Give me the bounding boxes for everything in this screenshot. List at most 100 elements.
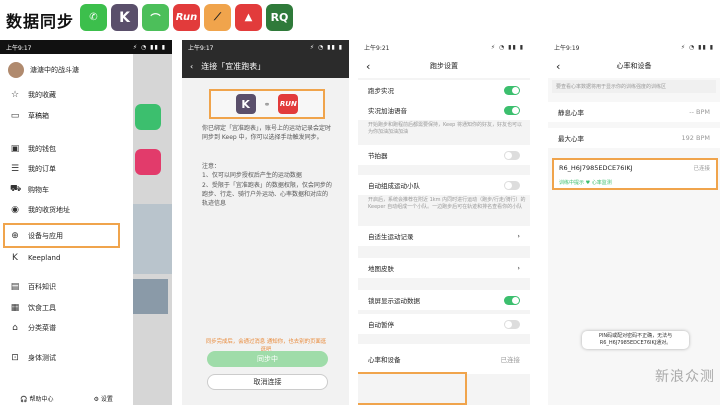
- toggle-switch[interactable]: [504, 150, 520, 160]
- menu-address[interactable]: ◉ 我的收货地址: [10, 205, 70, 215]
- app-icon-row: ✆ K ⌒ Run ⟋ ▲ RQ: [80, 4, 293, 31]
- menu-favorites[interactable]: ☆ 我的收藏: [10, 90, 56, 100]
- phone-heart-rate-screen: 上午9:19 ⚡ ◔ ▮▮ ▮ ‹ 心率和设备 要查看心率数据将用于显示你的训练强度…: [548, 40, 720, 405]
- menu-drafts[interactable]: ▭ 草稿箱: [10, 111, 49, 121]
- menu-wallet[interactable]: ▣ 我的钱包: [10, 144, 56, 154]
- drafts-icon: ▭: [10, 111, 20, 121]
- cart-icon: ⛟: [10, 184, 22, 194]
- location-icon: ◉: [11, 205, 19, 215]
- status-bar: 上午9:19 ⚡ ◔ ▮▮ ▮: [548, 40, 720, 54]
- toggle-switch[interactable]: [504, 105, 520, 115]
- note-1: 1、仅可以同步授权后产生的运动数据: [202, 172, 302, 179]
- status-bar: 上午9:17 ⚡ ◔ ▮▮ ▮: [182, 40, 349, 54]
- strava-icon: ⟋: [204, 4, 231, 31]
- page-title: 跑步设置: [430, 62, 458, 70]
- rq-icon: RQ: [266, 4, 293, 31]
- nav-bar: ‹ 连接「宜准跑表」: [182, 54, 349, 78]
- status-bar: 上午9:17 ⚡ ◔ ▮▮ ▮: [0, 40, 172, 54]
- wallet-icon: ▣: [10, 144, 20, 154]
- status-bar: 上午9:21 ⚡ ◔ ▮▮ ▮: [358, 40, 530, 54]
- phone-drawer-screen: 上午9:17 ⚡ ◔ ▮▮ ▮ 溏溏中的战斗溏 ☆ 我的收藏 ▭ 草稿箱 ▣ 我的钱包 …: [0, 40, 172, 405]
- note-2: 2、受限于「宜准跑表」的数据权限，仅会同步的跑步、行走、骑行户外运动、心率数据和…: [202, 182, 332, 207]
- nav-bar: ‹ 心率和设备: [548, 54, 720, 78]
- menu-recipes[interactable]: ⌂ 分类菜谱: [10, 323, 56, 333]
- setting-auto-team[interactable]: 自动组成运动小队: [358, 175, 530, 195]
- bookmark-icon: ☆: [10, 90, 20, 100]
- setting-run-live[interactable]: 跑步实况: [358, 80, 530, 100]
- back-icon[interactable]: ‹: [190, 62, 193, 71]
- hint-text: 要查看心率数据将用于显示你的训练强度的训练区: [552, 80, 716, 93]
- yuepaoquan-logo: RUN: [278, 94, 299, 114]
- connection-status: 已连接: [500, 356, 521, 364]
- banner-image-2: [128, 279, 168, 314]
- more-icon: [135, 149, 161, 175]
- keep-logo: K: [235, 94, 256, 114]
- heart-icon: ♥: [585, 180, 591, 186]
- device-card[interactable]: R6_H6J7985EDCE76IKJ 已连接 训练中提示 ♥ 心率监测: [552, 158, 718, 190]
- yuepaoquan-icon: Run: [173, 4, 200, 31]
- page-title: 心率和设备: [616, 62, 652, 70]
- note-title: 注意：: [202, 163, 221, 170]
- setting-auto-pause[interactable]: 自动暂停: [358, 314, 530, 334]
- back-icon[interactable]: ‹: [366, 60, 370, 73]
- toggle-switch[interactable]: [504, 85, 520, 95]
- avatar[interactable]: [8, 62, 24, 78]
- diet-icon: ▦: [10, 303, 20, 313]
- menu-cart[interactable]: ⛟ 购物车: [10, 184, 49, 195]
- intro-text: 你已绑定「宜准跑表」，账号上的运动记录会定时同步到 Keep 中，你可以选择手动…: [202, 125, 332, 141]
- sync-button[interactable]: 同步中: [207, 351, 328, 367]
- course-icon: [135, 104, 161, 130]
- drawer-footer: 🎧 帮助中心 ⚙ 设置: [0, 392, 133, 405]
- resting-heart-rate[interactable]: 静息心率 -- BPM: [548, 102, 720, 122]
- menu-keepland[interactable]: K Keepland: [10, 253, 60, 263]
- keepland-icon: K: [12, 253, 18, 263]
- highlight-heart-rate-devices: [358, 372, 467, 405]
- setting-heart-rate-devices[interactable]: 心率和设备 已连接: [358, 344, 530, 374]
- toggle-switch[interactable]: [504, 295, 520, 305]
- watermark: 新浪众测: [655, 369, 715, 385]
- setting-cheer-voice[interactable]: 实况加油语音: [358, 100, 530, 120]
- menu-orders[interactable]: ☰ 我的订单: [10, 164, 56, 174]
- page-heading: 数据同步: [6, 12, 75, 31]
- back-icon[interactable]: ‹: [556, 60, 560, 73]
- body-test-icon: ⊡: [11, 353, 19, 363]
- connection-logos: K ⚭ RUN: [209, 89, 325, 119]
- status-time: 上午9:17: [188, 44, 214, 52]
- auto-team-description: 开启后，系统会推荐在附近 1km 内同时进行运动（跑步/行走/骑行）的 Keep…: [368, 197, 526, 210]
- user-header[interactable]: 溏溏中的战斗溏: [0, 54, 133, 82]
- home-icon: ⌂: [12, 323, 18, 333]
- phone-connect-screen: 上午9:17 ⚡ ◔ ▮▮ ▮ ‹ 连接「宜准跑表」 K ⚭ RUN 你已绑定「宜准…: [182, 40, 349, 405]
- error-toast: PIN码或配对密码不正确，无法与 R6_H6J7985EDCE76IKJ通对。: [582, 331, 689, 349]
- toggle-switch[interactable]: [504, 319, 520, 329]
- max-heart-rate[interactable]: 最大心率 192 BPM: [548, 128, 720, 148]
- page-title: 连接「宜准跑表」: [201, 61, 266, 71]
- device-status: 已连接: [693, 166, 710, 172]
- highlight-devices-apps: [3, 223, 120, 248]
- codoon-icon: ⌒: [142, 4, 169, 31]
- setting-adaptive-record[interactable]: 自适生运动记录 ›: [358, 226, 530, 246]
- cancel-connection-button[interactable]: 取消连接: [207, 374, 328, 390]
- toggle-switch[interactable]: [504, 180, 520, 190]
- link-icon: ⚭: [263, 99, 271, 109]
- setting-lockscreen-data[interactable]: 锁屏显示运动数据: [358, 290, 530, 310]
- status-time: 上午9:21: [364, 44, 390, 52]
- setting-map-skin[interactable]: 地图皮肤 ›: [358, 258, 530, 278]
- settings-link[interactable]: ⚙ 设置: [94, 394, 113, 403]
- menu-diet-tools[interactable]: ▦ 饮食工具: [10, 303, 56, 313]
- device-name: R6_H6J7985EDCE76IKJ: [559, 164, 633, 172]
- keep-icon: K: [111, 4, 138, 31]
- menu-body-test[interactable]: ⊡ 身体测试: [10, 353, 56, 363]
- nav-bar: ‹ 跑步设置: [358, 54, 530, 78]
- wechat-icon: ✆: [80, 4, 107, 31]
- device-info: 训练中提示 ♥ 心率监测: [559, 180, 612, 186]
- joyrun-icon: ▲: [235, 4, 262, 31]
- status-time: 上午9:19: [554, 44, 580, 52]
- status-time: 上午9:17: [6, 44, 32, 52]
- chevron-right-icon: ›: [517, 232, 520, 240]
- chevron-right-icon: ›: [517, 264, 520, 272]
- setting-metronome[interactable]: 节拍器: [358, 145, 530, 165]
- phone-run-settings-screen: 上午9:21 ⚡ ◔ ▮▮ ▮ ‹ 跑步设置 跑步实况 实况加油语音 开始跑步和跑程…: [358, 40, 530, 405]
- help-center-link[interactable]: 🎧 帮助中心: [20, 394, 53, 403]
- cheer-voice-description: 开始跑步和跑程前后都需要保持，Keep 将通知你的好友，好友也可以为你加油加油加…: [368, 122, 522, 135]
- menu-encyclopedia[interactable]: ▤ 百科知识: [10, 282, 56, 292]
